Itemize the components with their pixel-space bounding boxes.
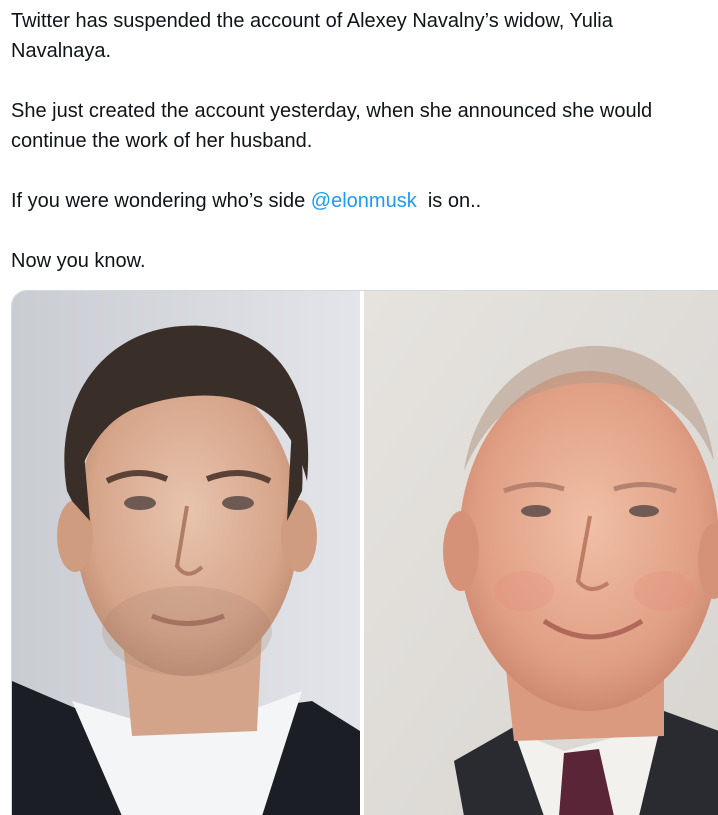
text-line: Navalnaya. [11, 40, 112, 62]
text-line: continue the work of her husband. [11, 130, 313, 152]
photo-right[interactable] [364, 291, 718, 815]
media-grid [11, 290, 718, 815]
text-line: Twitter has suspended the account of Ale… [11, 10, 613, 32]
tweet-text: Twitter has suspended the account of Ale… [11, 6, 715, 276]
paragraph-1: Twitter has suspended the account of Ale… [11, 6, 715, 66]
portrait-image-right [364, 291, 718, 815]
text-segment: is on.. [416, 190, 482, 212]
text-line: Now you know. [11, 250, 146, 272]
photo-left[interactable] [12, 291, 360, 815]
portrait-image-left [12, 291, 360, 815]
paragraph-4: Now you know. [11, 246, 715, 276]
paragraph-2: She just created the account yesterday, … [11, 96, 715, 156]
text-segment: If you were wondering who’s side [11, 190, 311, 212]
mention-link[interactable]: @elonmusk [311, 190, 417, 212]
tweet: Twitter has suspended the account of Ale… [0, 0, 718, 815]
paragraph-3: If you were wondering who’s side @elonmu… [11, 186, 715, 216]
text-line: She just created the account yesterday, … [11, 100, 653, 122]
